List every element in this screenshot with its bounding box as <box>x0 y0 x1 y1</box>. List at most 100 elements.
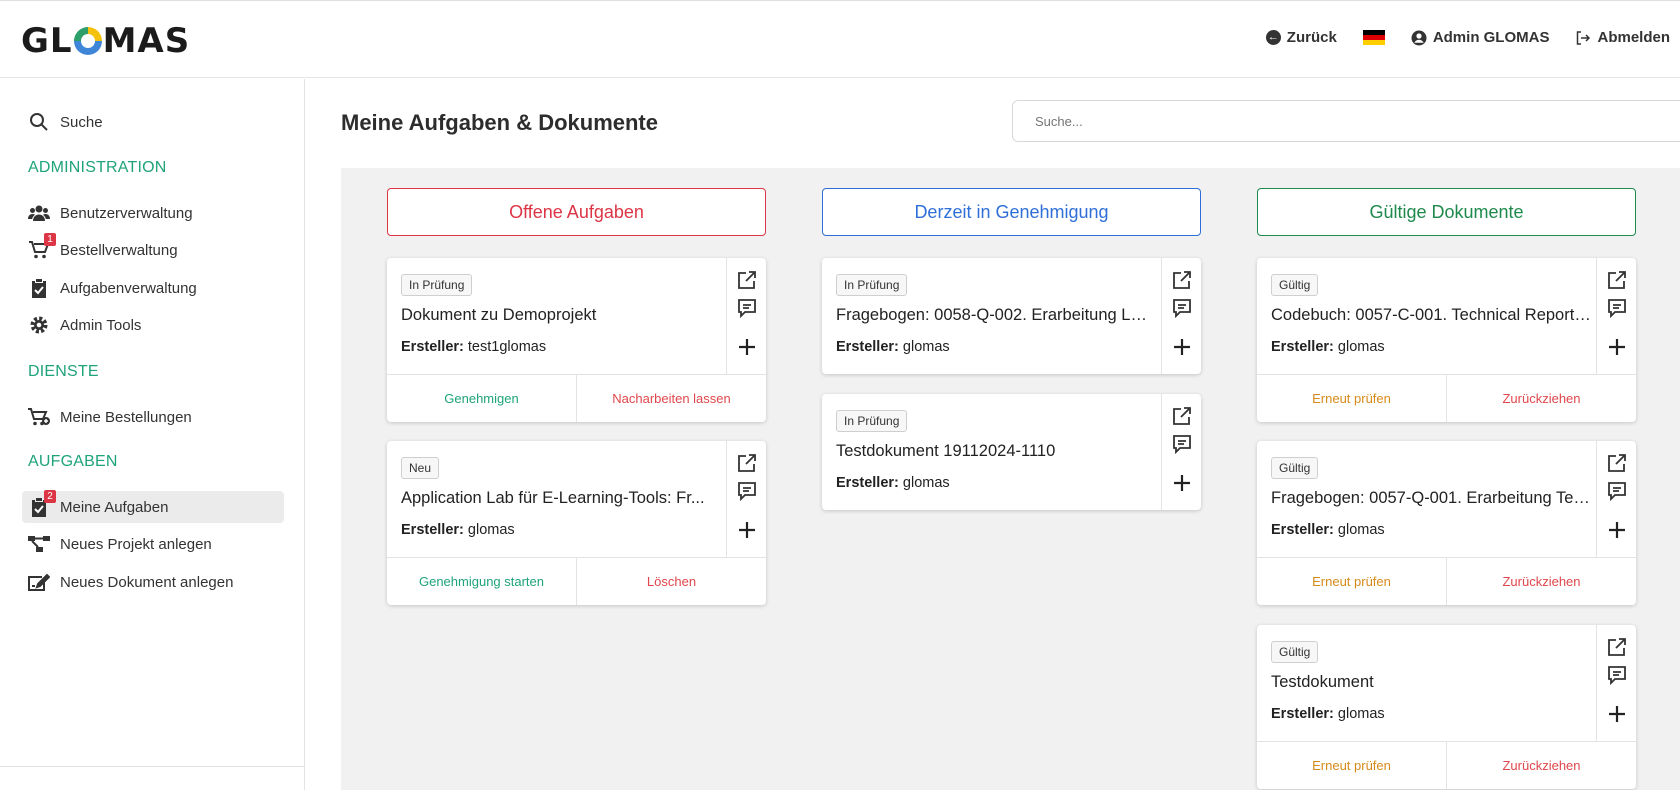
column-heading-open: Offene Aufgaben <box>387 188 766 236</box>
card-title[interactable]: Testdokument 19112024-1110 <box>836 442 1156 461</box>
card-actions <box>726 441 766 557</box>
creator-name: glomas <box>1337 339 1385 355</box>
section-aufgaben: AUFGABEN <box>28 453 118 470</box>
withdraw-button[interactable]: Zurückziehen <box>1446 375 1636 422</box>
external-link-icon[interactable] <box>1171 269 1193 291</box>
sidebar-label: Aufgabenverwaltung <box>60 279 197 297</box>
creator-name: glomas <box>467 522 515 538</box>
top-header: GL MAS ← Zurück Admin GLOMAS Abmelden <box>0 0 1680 78</box>
file-signature-icon <box>28 571 50 593</box>
creator-name: glomas <box>1337 522 1385 538</box>
user-circle-icon <box>1411 30 1427 45</box>
recheck-button[interactable]: Erneut prüfen <box>1257 375 1446 422</box>
sidebar-label: Meine Aufgaben <box>60 498 169 516</box>
creator-label: Ersteller: <box>1271 706 1334 722</box>
external-link-icon[interactable] <box>1606 636 1628 658</box>
status-badge: Gültig <box>1271 274 1319 296</box>
plus-icon[interactable] <box>1606 336 1628 358</box>
card-actions <box>1161 258 1201 374</box>
card-creator: Ersteller: glomas <box>836 475 950 491</box>
plus-icon[interactable] <box>1171 336 1193 358</box>
document-card: Gültig Codebuch: 0057-C-001. Technical R… <box>1257 258 1636 422</box>
comment-icon[interactable] <box>1171 433 1193 455</box>
arrow-left-circle-icon: ← <box>1265 30 1281 45</box>
delete-button[interactable]: Löschen <box>576 558 766 605</box>
withdraw-button[interactable]: Zurückziehen <box>1446 558 1636 605</box>
comment-icon[interactable] <box>1171 297 1193 319</box>
external-link-icon[interactable] <box>1606 452 1628 474</box>
sidebar-item-aufgabenverwaltung[interactable]: Aufgabenverwaltung <box>22 272 284 304</box>
language-switch[interactable] <box>1362 30 1385 45</box>
back-label: Zurück <box>1286 29 1337 46</box>
column-heading-valid: Gültige Dokumente <box>1257 188 1636 236</box>
external-link-icon[interactable] <box>736 452 758 474</box>
logout-link[interactable]: Abmelden <box>1575 29 1670 46</box>
sidebar-search[interactable]: Suche <box>22 106 284 138</box>
cart-plus-icon <box>28 406 50 428</box>
sidebar-label: Neues Projekt anlegen <box>60 535 212 553</box>
notification-badge: 2 <box>44 490 56 503</box>
back-link[interactable]: ← Zurück <box>1265 29 1337 46</box>
plus-icon[interactable] <box>1171 472 1193 494</box>
glomas-logo[interactable]: GL MAS <box>21 21 190 61</box>
sidebar-item-neues-projekt[interactable]: Neues Projekt anlegen <box>22 528 284 560</box>
search-icon <box>28 111 50 133</box>
users-icon <box>28 202 50 224</box>
sidebar-item-meine-aufgaben[interactable]: 2 Meine Aufgaben <box>22 490 284 523</box>
sidebar-label: Neues Dokument anlegen <box>60 573 234 591</box>
card-title[interactable]: Fragebogen: 0058-Q-002. Erarbeitung LAPS <box>836 306 1156 325</box>
external-link-icon[interactable] <box>736 269 758 291</box>
card-title[interactable]: Fragebogen: 0057-Q-001. Erarbeitung Test… <box>1271 489 1591 508</box>
card-creator: Ersteller: glomas <box>836 339 950 355</box>
card-actions <box>1596 625 1636 741</box>
status-badge: In Prüfung <box>836 410 908 432</box>
kanban-board: Offene Aufgaben In Prüfung Dokument zu D… <box>341 168 1680 790</box>
logo-globe-icon <box>73 27 102 55</box>
card-title[interactable]: Dokument zu Demoprojekt <box>401 306 721 325</box>
sidebar-label: Meine Bestellungen <box>60 408 192 426</box>
user-menu[interactable]: Admin GLOMAS <box>1411 29 1550 46</box>
sidebar-item-benutzerverwaltung[interactable]: Benutzerverwaltung <box>22 197 284 229</box>
approve-button[interactable]: Genehmigen <box>387 375 576 422</box>
comment-icon[interactable] <box>1606 664 1628 686</box>
card-title[interactable]: Codebuch: 0057-C-001. Technical Report L… <box>1271 306 1591 325</box>
logout-icon <box>1577 30 1591 45</box>
external-link-icon[interactable] <box>1606 269 1628 291</box>
plus-icon[interactable] <box>736 336 758 358</box>
plus-icon[interactable] <box>1606 519 1628 541</box>
withdraw-button[interactable]: Zurückziehen <box>1446 742 1636 789</box>
start-approval-button[interactable]: Genehmigung starten <box>387 558 576 605</box>
card-title[interactable]: Application Lab für E-Learning-Tools: Fr… <box>401 489 721 508</box>
card-title[interactable]: Testdokument <box>1271 673 1591 692</box>
sidebar-item-admin-tools[interactable]: Admin Tools <box>22 309 284 341</box>
comment-icon[interactable] <box>736 480 758 502</box>
sidebar-item-neues-dokument[interactable]: Neues Dokument anlegen <box>22 566 284 598</box>
comment-icon[interactable] <box>1606 480 1628 502</box>
status-badge: In Prüfung <box>836 274 908 296</box>
rework-button[interactable]: Nacharbeiten lassen <box>576 375 766 422</box>
project-diagram-icon <box>28 533 50 555</box>
search-input[interactable] <box>1012 100 1680 142</box>
sidebar-label: Bestellverwaltung <box>60 241 178 259</box>
creator-label: Ersteller: <box>1271 339 1334 355</box>
card-creator: Ersteller: glomas <box>1271 339 1385 355</box>
creator-label: Ersteller: <box>836 475 899 491</box>
creator-label: Ersteller: <box>401 339 464 355</box>
header-nav: ← Zurück Admin GLOMAS Abmelden <box>1265 29 1670 46</box>
creator-name: glomas <box>902 475 950 491</box>
card-actions <box>726 258 766 374</box>
sidebar-item-bestellverwaltung[interactable]: 1 Bestellverwaltung <box>22 233 284 266</box>
plus-icon[interactable] <box>736 519 758 541</box>
creator-label: Ersteller: <box>401 522 464 538</box>
recheck-button[interactable]: Erneut prüfen <box>1257 558 1446 605</box>
sidebar-search-label: Suche <box>60 113 103 131</box>
plus-icon[interactable] <box>1606 703 1628 725</box>
comment-icon[interactable] <box>736 297 758 319</box>
sidebar-divider <box>0 766 304 767</box>
user-name: Admin GLOMAS <box>1432 29 1550 46</box>
recheck-button[interactable]: Erneut prüfen <box>1257 742 1446 789</box>
comment-icon[interactable] <box>1606 297 1628 319</box>
sidebar: Suche ADMINISTRATION Benutzerverwaltung … <box>0 79 305 790</box>
sidebar-item-meine-bestellungen[interactable]: Meine Bestellungen <box>22 401 284 433</box>
external-link-icon[interactable] <box>1171 405 1193 427</box>
